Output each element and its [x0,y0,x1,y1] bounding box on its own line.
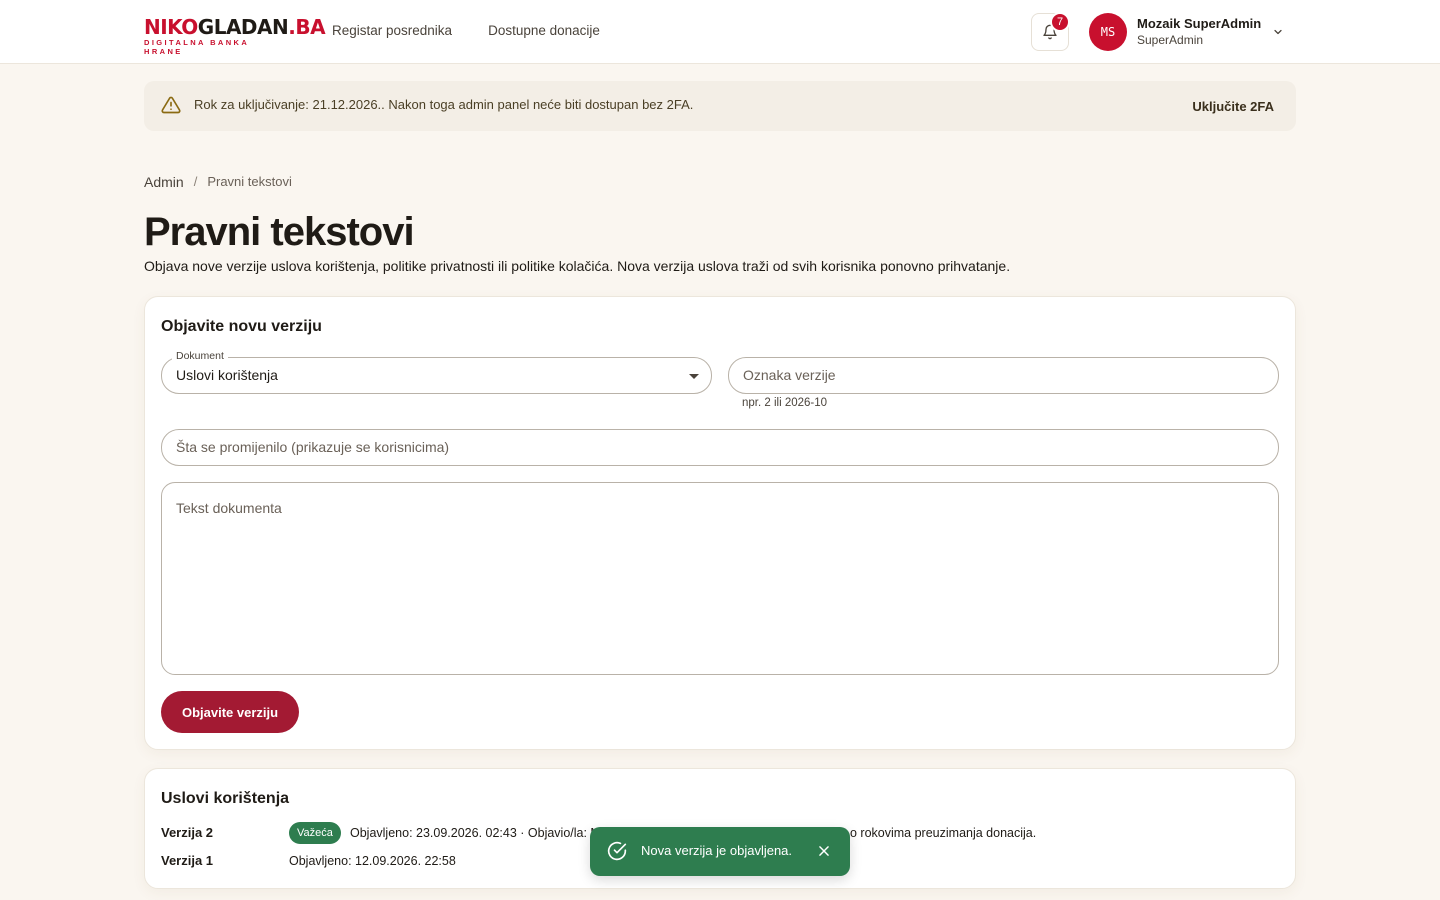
check-circle-icon [607,841,627,861]
document-select-label: Dokument [172,350,228,362]
version-meta: Objavljeno: 12.09.2026. 22:58 [289,854,456,868]
main-nav: Registar posrednika Dostupne donacije [332,23,600,38]
changes-summary-input[interactable]: Šta se promijenilo (prikazuje se korisni… [161,429,1279,466]
alert-message: Rok za uključivanje: 21.12.2026.. Nakon … [194,97,694,112]
document-select-value: Uslovi korištenja [176,367,278,383]
logo-subtitle: DIGITALNA BANKA HRANE [144,38,249,56]
document-text-area[interactable]: Tekst dokumenta [161,482,1279,675]
page-description: Objava nove verzije uslova korištenja, p… [144,258,1011,274]
logo[interactable]: NIKO GLADAN .BA DIGITALNA BANKA HRANE [144,15,326,56]
user-name[interactable]: Mozaik SuperAdmin [1137,16,1261,31]
user-avatar[interactable]: MS [1089,13,1127,51]
version-meta: Objavljeno: 23.09.2026. 02:43 · Objavio/… [350,826,601,840]
breadcrumb: Admin / Pravni tekstovi [144,174,292,190]
version-label-input[interactable]: Oznaka verzije [728,357,1279,394]
close-icon[interactable] [817,844,831,858]
breadcrumb-current: Pravni tekstovi [207,174,292,189]
nav-link-registar-posrednika[interactable]: Registar posrednika [332,23,452,38]
breadcrumb-admin-link[interactable]: Admin [144,174,184,190]
document-text-placeholder: Tekst dokumenta [176,500,282,516]
versions-card-title: Uslovi korištenja [161,790,290,807]
current-version-badge: Važeća [289,822,341,844]
twofa-alert: Rok za uključivanje: 21.12.2026.. Nakon … [144,81,1296,131]
top-bar: NIKO GLADAN .BA DIGITALNA BANKA HRANE Regi… [0,0,1440,64]
chevron-down-icon[interactable] [1272,26,1284,38]
document-select[interactable]: Dokument Uslovi korištenja [161,350,712,394]
version-label: Verzija 2 [161,825,214,840]
publish-version-button[interactable]: Objavite verziju [161,691,299,733]
notification-count-badge: 7 [1050,12,1070,32]
logo-part-ba: .BA [288,15,326,39]
version-meta-tail: o rokovima preuzimanja donacija. [850,826,1037,840]
version-label-placeholder: Oznaka verzije [743,367,836,383]
user-role: SuperAdmin [1137,33,1204,47]
nav-link-dostupne-donacije[interactable]: Dostupne donacije [488,23,600,38]
toast-message: Nova verzija je objavljena. [641,843,793,858]
changes-summary-placeholder: Šta se promijenilo (prikazuje se korisni… [176,439,450,455]
version-label: Verzija 1 [161,853,214,868]
caret-down-icon [689,374,699,379]
version-label-helper: npr. 2 ili 2026-10 [742,397,828,409]
publish-card-title: Objavite novu verziju [161,318,322,335]
publish-version-card: Objavite novu verziju Dokument Uslovi ko… [144,296,1296,750]
enable-2fa-button[interactable]: Uključite 2FA [1192,99,1274,114]
warning-icon [161,96,181,114]
page-title: Pravni tekstovi [144,210,415,254]
logo-part-niko: NIKO [144,15,198,39]
success-toast: Nova verzija je objavljena. [590,827,850,876]
breadcrumb-separator: / [193,174,198,189]
logo-part-gladan: GLADAN [197,15,289,39]
